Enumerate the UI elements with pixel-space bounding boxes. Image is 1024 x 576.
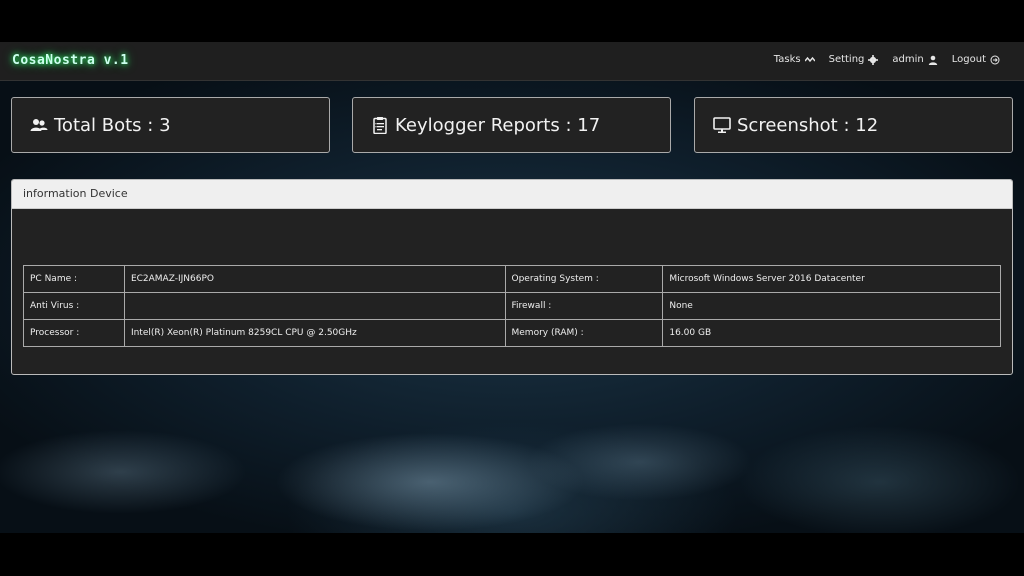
screenshot-label: Screenshot : 12 <box>737 114 879 136</box>
nav-logout[interactable]: Logout <box>952 54 1000 65</box>
table-row: Anti Virus : Firewall : None <box>23 292 1001 320</box>
keylogger-reports-card[interactable]: Keylogger Reports : 17 <box>352 97 671 153</box>
memory-value: 16.00 GB <box>662 319 1001 347</box>
screenshot-card[interactable]: Screenshot : 12 <box>694 97 1013 153</box>
nav-setting[interactable]: Setting <box>829 54 879 65</box>
table-row: PC Name : EC2AMAZ-IJN66PO Operating Syst… <box>23 265 1001 293</box>
chart-line-icon <box>804 56 815 62</box>
brand-logo[interactable]: CosaNostra v.1 <box>12 53 129 68</box>
nav-admin[interactable]: admin <box>892 54 937 65</box>
device-info-table: PC Name : EC2AMAZ-IJN66PO Operating Syst… <box>23 265 1001 347</box>
nav-tasks[interactable]: Tasks <box>774 54 815 65</box>
antivirus-value <box>123 292 506 320</box>
table-row: Processor : Intel(R) Xeon(R) Platinum 82… <box>23 319 1001 347</box>
user-icon <box>928 55 937 65</box>
gear-icon <box>868 54 879 65</box>
nav-tasks-label: Tasks <box>773 54 801 65</box>
processor-value: Intel(R) Xeon(R) Platinum 8259CL CPU @ 2… <box>123 319 506 347</box>
nav-setting-label: Setting <box>828 54 865 65</box>
nav-links: Tasks Setting admin Logout <box>774 54 1000 65</box>
logout-icon <box>990 55 1000 64</box>
device-info-panel: information Device PC Name : EC2AMAZ-IJN… <box>11 179 1013 375</box>
clipboard-icon <box>373 117 387 134</box>
firewall-key: Firewall : <box>504 292 664 320</box>
nav-logout-label: Logout <box>951 54 986 65</box>
pc-name-key: PC Name : <box>23 265 125 293</box>
processor-key: Processor : <box>23 319 125 347</box>
antivirus-key: Anti Virus : <box>23 292 125 320</box>
total-bots-card[interactable]: Total Bots : 3 <box>11 97 330 153</box>
os-value: Microsoft Windows Server 2016 Datacenter <box>662 265 1001 293</box>
firewall-value: None <box>662 292 1001 320</box>
users-icon <box>30 119 48 131</box>
device-info-title: information Device <box>12 180 1012 209</box>
nav-admin-label: admin <box>892 54 924 65</box>
memory-key: Memory (RAM) : <box>504 319 664 347</box>
total-bots-label: Total Bots : 3 <box>54 114 171 136</box>
dashboard-stage: CosaNostra v.1 Tasks Setting admin Logou… <box>0 42 1024 533</box>
os-key: Operating System : <box>504 265 664 293</box>
monitor-icon <box>713 117 731 133</box>
pc-name-value: EC2AMAZ-IJN66PO <box>123 265 506 293</box>
top-navbar: CosaNostra v.1 Tasks Setting admin Logou… <box>0 42 1024 81</box>
keylogger-reports-label: Keylogger Reports : 17 <box>395 114 601 136</box>
